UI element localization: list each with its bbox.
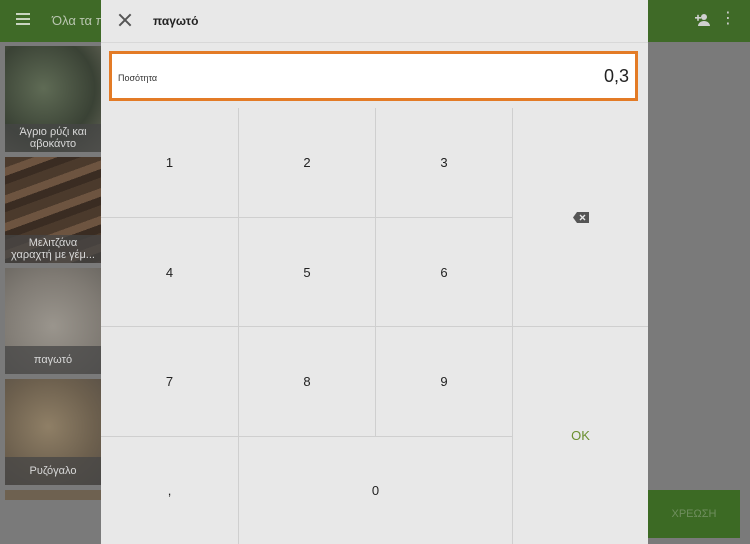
close-icon[interactable] <box>117 12 133 28</box>
product-tile[interactable]: Ρυζόγαλο <box>5 379 101 485</box>
key-3[interactable]: 3 <box>376 108 513 218</box>
product-label: Μελιτζάνα χαραχτή με γέμ... <box>5 235 101 263</box>
product-tile[interactable] <box>5 490 101 500</box>
dialog-header: παγωτό <box>101 0 648 43</box>
dialog-title: παγωτό <box>153 14 199 28</box>
add-customer-icon[interactable] <box>694 12 712 30</box>
key-7[interactable]: 7 <box>101 327 239 437</box>
menu-icon[interactable] <box>16 13 30 25</box>
quantity-field[interactable]: Ποσότητα 0,3 <box>109 51 638 101</box>
numeric-keypad: 1 2 3 4 5 6 7 8 9 OK , 0 <box>101 108 648 544</box>
product-tile[interactable]: Μελιτζάνα χαραχτή με γέμ... <box>5 157 101 263</box>
key-4[interactable]: 4 <box>101 218 239 327</box>
key-9[interactable]: 9 <box>376 327 513 437</box>
product-tile[interactable]: παγωτό <box>5 268 101 374</box>
quantity-value: 0,3 <box>603 66 629 86</box>
key-comma[interactable]: , <box>101 437 239 544</box>
product-label: Ρυζόγαλο <box>5 457 101 485</box>
key-5[interactable]: 5 <box>239 218 376 327</box>
backspace-icon <box>572 211 589 223</box>
key-1[interactable]: 1 <box>101 108 239 218</box>
product-tile[interactable]: Άγριο ρύζι και αβοκάντο <box>5 46 101 152</box>
charge-button[interactable]: ΧΡΕΩΣΗ <box>648 490 740 538</box>
key-0[interactable]: 0 <box>239 437 513 544</box>
key-8[interactable]: 8 <box>239 327 376 437</box>
product-label: Άγριο ρύζι και αβοκάντο <box>5 124 101 152</box>
key-2[interactable]: 2 <box>239 108 376 218</box>
key-6[interactable]: 6 <box>376 218 513 327</box>
quantity-label: Ποσότητα <box>118 73 158 83</box>
ok-button[interactable]: OK <box>513 327 648 544</box>
quantity-dialog: παγωτό Ποσότητα 0,3 1 2 3 4 5 6 7 8 9 OK… <box>101 0 648 544</box>
product-grid: Άγριο ρύζι και αβοκάντο Μελιτζάνα χαραχτ… <box>5 46 101 505</box>
more-options-icon[interactable]: ⋮ <box>720 11 736 27</box>
backspace-button[interactable] <box>513 108 648 327</box>
product-label: παγωτό <box>5 346 101 374</box>
